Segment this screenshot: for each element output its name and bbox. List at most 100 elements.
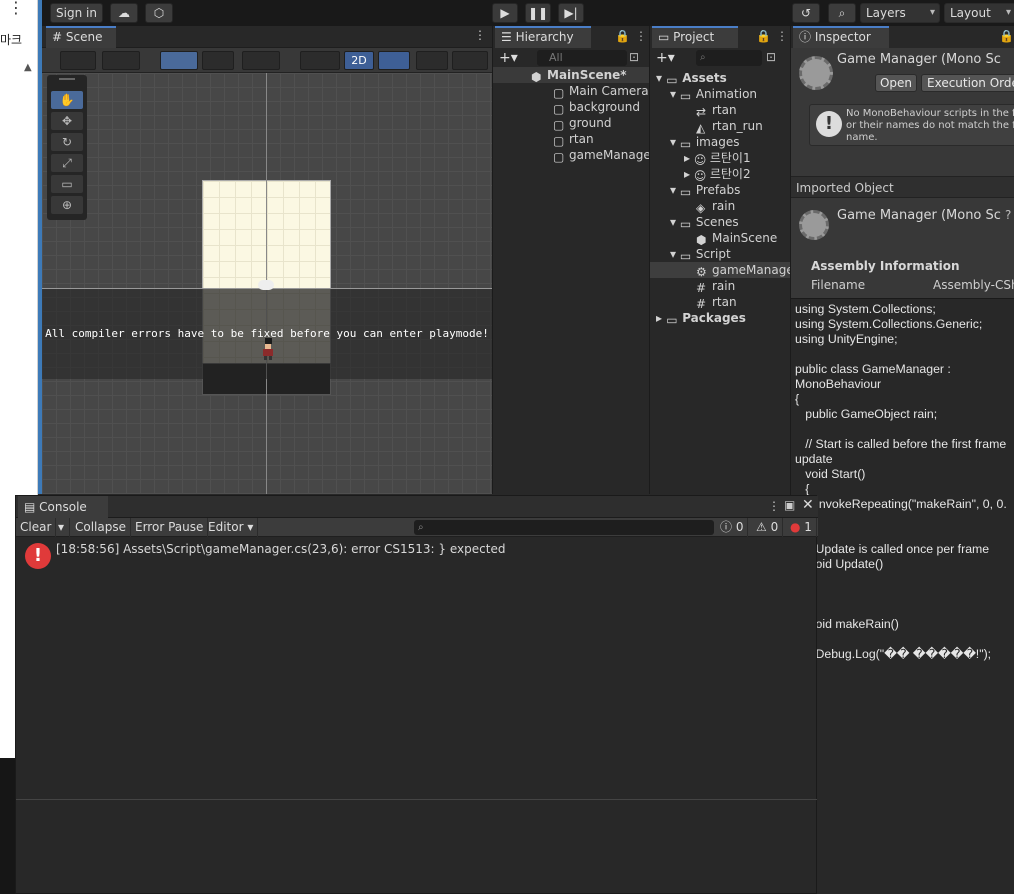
project-item[interactable]: # rain [650,278,790,295]
expand-arrow-icon[interactable]: ▸ [684,151,694,165]
panel-grip-icon[interactable] [59,78,75,80]
project-item[interactable]: ⇄ rtan [650,102,790,119]
rotate-tool-icon[interactable]: ↻ [51,133,83,151]
hierarchy-item[interactable]: ▢ gameManage [493,147,651,164]
hierarchy-search-input[interactable]: All [537,50,627,66]
effects-icon[interactable] [452,51,488,70]
hierarchy-item[interactable]: ▢ background [493,99,649,116]
hierarchy-menu-icon[interactable]: ⋮ [635,29,647,43]
filter-icon[interactable]: ⊡ [766,50,776,64]
expand-arrow-icon[interactable]: ▾ [670,87,680,101]
help-icon[interactable]: ? [1005,208,1011,222]
cloud-object[interactable] [258,280,274,290]
execution-order-button[interactable]: Execution Order [921,74,1014,92]
expand-arrow-icon[interactable]: ▸ [684,167,694,181]
editor-dropdown[interactable]: Editor ▾ [204,518,259,537]
inspector-panel: ⓘ Inspector 🔒 Game Manager (Mono Sc Open… [790,26,1014,710]
step-button[interactable]: ▶| [558,3,584,23]
maximize-icon[interactable]: ▣ [784,498,795,512]
console-menu-icon[interactable]: ⋮ [768,499,780,513]
project-item[interactable]: ▾ ▭ images [650,134,790,151]
project-item[interactable]: ⬢ MainScene [650,230,790,247]
open-button[interactable]: Open [875,74,917,92]
expand-arrow-icon[interactable]: ▾ [656,71,666,85]
console-divider[interactable] [16,799,818,800]
sign-in-button[interactable]: Sign in [50,3,103,23]
create-icon[interactable]: +▾ [656,50,675,66]
add-icon[interactable]: +▾ [499,50,518,66]
warning-filter[interactable]: ⚠ 0 [752,518,784,537]
hierarchy-item[interactable]: ▢ ground [493,115,649,132]
inspector-tab-label: Inspector [814,30,871,44]
draw-mode-icon[interactable] [60,51,96,70]
layout-dropdown[interactable]: Layout [944,3,1014,23]
history-icon[interactable]: ↺ [792,3,820,23]
tab-console[interactable]: ▤ Console [18,496,108,518]
project-item[interactable]: ▸ ▭ Packages [650,310,790,327]
expand-arrow-icon[interactable]: ▾ [670,183,680,197]
tab-hierarchy[interactable]: ☰ Hierarchy [495,26,591,48]
hierarchy-item[interactable]: ▢ Main Camera [493,83,649,100]
project-item[interactable]: ▾ ▭ Script [650,246,790,263]
render-mode-icon[interactable] [300,51,340,70]
lighting-icon[interactable] [378,51,410,70]
cloud-icon[interactable]: ☁ [110,3,138,23]
character-sprite[interactable] [261,338,275,360]
close-icon[interactable]: ✕ [802,497,814,513]
expand-arrow-icon[interactable]: ▾ [670,135,680,149]
search-icon[interactable]: ⌕ [828,3,856,23]
shading-icon[interactable] [102,51,140,70]
expand-arrow-icon[interactable]: ▾ [670,247,680,261]
project-item[interactable]: ▸ ☺ 르탄이2 [650,166,790,183]
project-item[interactable]: ◈ rain [650,198,790,215]
tab-project[interactable]: ▭ Project [652,26,738,48]
hierarchy-item[interactable]: ▢ rtan [493,131,649,148]
snap-icon[interactable] [202,51,234,70]
hand-tool-icon[interactable]: ✋ [51,91,83,109]
project-item[interactable]: ▾ ▭ Scenes [650,214,790,231]
lock-icon[interactable]: 🔒 [999,29,1014,43]
tab-inspector[interactable]: ⓘ Inspector [793,26,889,48]
error-filter[interactable]: ● 1 [786,518,817,537]
layers-dropdown[interactable]: Layers [860,3,940,23]
transform-tool-icon[interactable]: ⊕ [51,196,83,214]
scene-menu-icon[interactable]: ⋮ [474,28,486,42]
project-menu-icon[interactable]: ⋮ [776,29,788,43]
scale-tool-icon[interactable]: ⤢ [51,154,83,172]
expand-arrow-icon[interactable]: ▲ [24,62,32,73]
project-item[interactable]: ◭ rtan_run [650,118,790,135]
project-item[interactable]: ▾ ▭ Assets [650,70,790,87]
lock-icon[interactable]: 🔒 [615,29,630,43]
lock-icon[interactable]: 🔒 [756,29,771,43]
project-search-input[interactable]: ⌕ [696,50,762,66]
pause-button[interactable]: ❚❚ [525,3,551,23]
kebab-menu-icon[interactable]: ⋮ [8,0,24,16]
collapse-button[interactable]: Collapse [71,518,131,537]
project-item[interactable]: ▸ ☺ 르탄이1 [650,150,790,167]
audio-icon[interactable] [416,51,448,70]
expand-arrow-icon[interactable]: ▾ [670,215,680,229]
collab-icon[interactable]: ⬡ [145,3,173,23]
console-entry-message: [18:58:56] Assets\Script\gameManager.cs(… [56,542,506,556]
project-item[interactable]: # rtan [650,294,790,311]
rect-tool-icon[interactable]: ▭ [51,175,83,193]
scene-root[interactable]: ⬢ MainScene* [493,67,649,84]
mode-2d-button[interactable]: 2D [344,51,374,70]
console-entry[interactable]: ! [18:58:56] Assets\Script\gameManager.c… [16,538,818,572]
tab-scene[interactable]: # Scene [46,26,116,48]
project-item[interactable]: ▾ ▭ Animation [650,86,790,103]
move-tool-icon[interactable]: ✥ [51,112,83,130]
play-button[interactable]: ▶ [492,3,518,23]
info-filter[interactable]: ⓘ 0 [716,518,749,537]
gizmo-grid-icon[interactable] [160,51,198,70]
project-item[interactable]: ▾ ▭ Prefabs [650,182,790,199]
project-item-label: gameManage [712,263,794,277]
increment-snap-icon[interactable] [242,51,280,70]
scene-visibility-icon[interactable]: ⊡ [629,50,639,64]
project-item[interactable]: ⚙ gameManage [650,262,794,279]
clear-dropdown-icon[interactable]: ▾ [54,518,70,537]
error-pause-button[interactable]: Error Pause [131,518,209,537]
console-search-input[interactable]: ⌕ [414,520,714,535]
clear-button[interactable]: Clear [16,518,57,537]
expand-arrow-icon[interactable]: ▸ [656,311,666,325]
